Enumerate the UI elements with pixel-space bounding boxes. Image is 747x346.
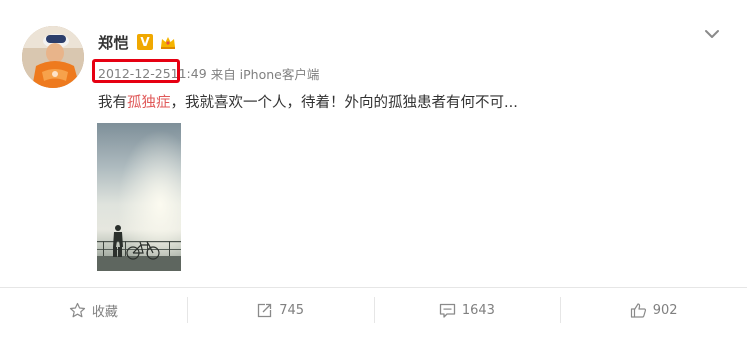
post-text-suffix: ，我就喜欢一个人，待着！外向的孤独患者有何不可...: [170, 95, 518, 111]
like-count: 902: [652, 302, 678, 318]
post-meta: 2012-12-25 11:49 来自 iPhone客户端: [98, 64, 319, 82]
post-time[interactable]: 11:49: [171, 66, 207, 81]
comment-button[interactable]: 1643: [373, 288, 561, 332]
author-name[interactable]: 郑恺: [98, 32, 129, 53]
repost-count: 745: [279, 302, 305, 318]
post-content: 我有孤独症，我就喜欢一个人，待着！外向的孤独患者有何不可...: [98, 91, 518, 112]
repost-icon: [258, 303, 272, 317]
post-date[interactable]: 2012-12-25: [98, 66, 171, 81]
topic-link[interactable]: 孤独症: [127, 95, 171, 111]
crown-icon[interactable]: [159, 33, 177, 51]
chevron-down-icon[interactable]: [700, 22, 724, 46]
repost-button[interactable]: 745: [186, 288, 374, 332]
avatar-image: [22, 26, 84, 88]
thumbs-up-icon: [630, 302, 646, 318]
post-source: 来自 iPhone客户端: [210, 66, 320, 82]
comment-icon: [439, 303, 455, 318]
star-icon: [69, 302, 85, 317]
verified-badge: V: [137, 34, 154, 50]
action-bar: 收藏 745 1643 902: [0, 288, 747, 332]
favorite-label: 收藏: [91, 304, 118, 320]
favorite-button[interactable]: 收藏: [0, 288, 187, 332]
weibo-post-card: 郑恺 V 2012-12-25 11:49 来自 iPhone客户端 我有孤独症…: [0, 0, 747, 346]
avatar[interactable]: [22, 26, 84, 88]
post-photo[interactable]: [97, 123, 181, 271]
comment-count: 1643: [461, 302, 495, 318]
post-text-prefix: 我有: [98, 95, 127, 111]
like-button[interactable]: 902: [560, 288, 747, 332]
author-row: 郑恺 V: [98, 31, 177, 53]
photo-image: [97, 123, 181, 271]
